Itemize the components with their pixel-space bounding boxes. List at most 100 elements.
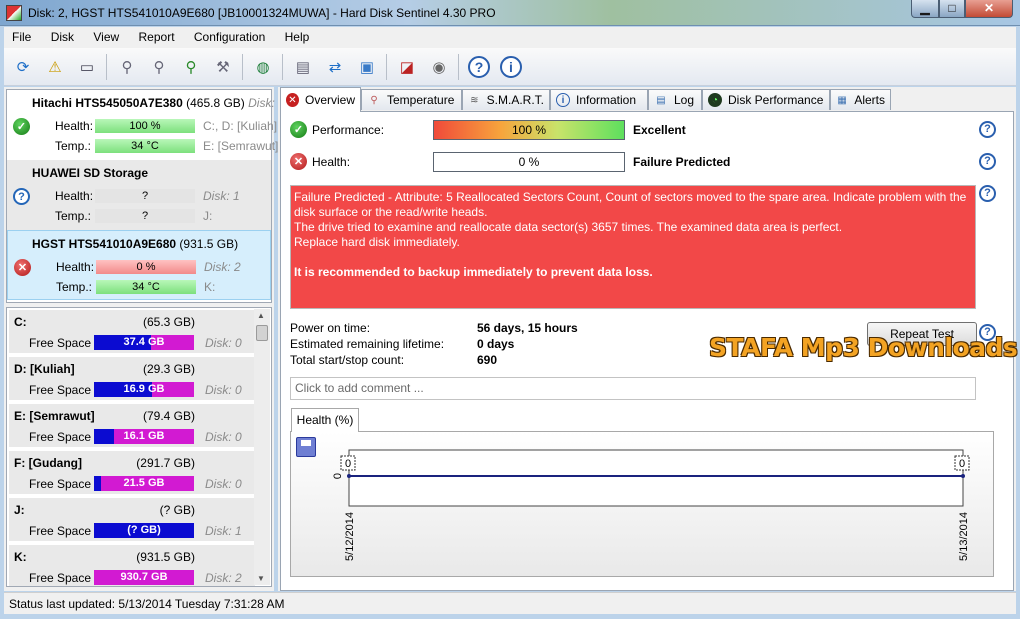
report-icon[interactable]: ▤ bbox=[290, 54, 316, 80]
power-on-label: Power on time: bbox=[290, 321, 371, 335]
disk-info-icon[interactable]: ▭ bbox=[74, 54, 100, 80]
free-space-value: 37.4 GB bbox=[123, 336, 165, 348]
status-text: Status last updated: 5/13/2014 Tuesday 7… bbox=[9, 597, 285, 611]
tab-label: Disk Performance bbox=[728, 93, 824, 107]
disk-volumes: E: [Semrawut] bbox=[203, 139, 279, 153]
disk-size: (931.5 GB) bbox=[179, 237, 239, 251]
volume-size: (? GB) bbox=[159, 503, 195, 517]
x-tick-label: 5/13/2014 bbox=[958, 512, 970, 561]
disk-model: HGST HTS541010A9E680 bbox=[32, 237, 177, 251]
volume-item[interactable]: D: [Kuliah] (29.3 GB) Free Space 16.9 GB Dis… bbox=[9, 357, 255, 401]
close-button[interactable]: ✕ bbox=[965, 0, 1013, 18]
free-space-label: Free Space bbox=[29, 477, 92, 491]
volume-name: C: bbox=[14, 315, 27, 329]
scroll-thumb[interactable] bbox=[256, 325, 268, 341]
health-bar: ? bbox=[95, 189, 195, 203]
volume-size: (29.3 GB) bbox=[142, 362, 195, 376]
help-icon[interactable]: ? bbox=[979, 121, 996, 138]
free-space-bar: 930.7 GB bbox=[94, 570, 194, 585]
thermometer-icon: ⚲ bbox=[370, 94, 378, 106]
ok-status-icon: ✓ bbox=[290, 121, 307, 138]
disk-name: HUAWEI SD Storage bbox=[32, 166, 149, 180]
refresh-icon[interactable]: ⟳ bbox=[10, 54, 36, 80]
chart-tab-health[interactable]: Health (%) bbox=[291, 408, 359, 432]
menu-file[interactable]: File bbox=[4, 27, 39, 44]
comment-field[interactable]: Click to add comment ... bbox=[290, 377, 976, 400]
volume-item[interactable]: F: [Gudang] (291.7 GB) Free Space 21.5 GB Di… bbox=[9, 451, 255, 495]
toolbar-separator bbox=[386, 54, 387, 80]
tab-disk-performance[interactable]: ◔ Disk Performance bbox=[702, 89, 830, 110]
volume-size: (79.4 GB) bbox=[142, 409, 195, 423]
disk-volumes: C:, D: [Kuliah] bbox=[203, 119, 278, 133]
info-icon[interactable]: i bbox=[498, 54, 524, 80]
tab-log[interactable]: ▤ Log bbox=[648, 89, 702, 110]
ok-status-icon: ✓ bbox=[13, 118, 30, 135]
menu-view[interactable]: View bbox=[85, 27, 127, 44]
network-icon[interactable]: ▣ bbox=[354, 54, 380, 80]
disk-name: HGST HTS541010A9E680 (931.5 GB) bbox=[32, 237, 238, 251]
disk-volumes: K: bbox=[204, 280, 216, 294]
menu-report[interactable]: Report bbox=[131, 27, 183, 44]
tab-information[interactable]: i Information bbox=[550, 89, 648, 110]
free-space-value: 21.5 GB bbox=[123, 477, 165, 489]
test-disk3-icon[interactable]: ⚲ bbox=[178, 54, 204, 80]
test-disk-icon[interactable]: ⚲ bbox=[114, 54, 140, 80]
volume-item[interactable]: K: (931.5 GB) Free Space 930.7 GB Disk: 2 bbox=[9, 545, 255, 586]
free-space-bar: 16.1 GB bbox=[94, 429, 194, 444]
volume-item[interactable]: J: (? GB) Free Space (? GB) Disk: 1 bbox=[9, 498, 255, 542]
help-icon[interactable]: ? bbox=[466, 54, 492, 80]
free-space-value: 930.7 GB bbox=[120, 571, 168, 583]
health-rating: Failure Predicted bbox=[633, 155, 731, 169]
volume-name: J: bbox=[14, 503, 25, 517]
scroll-down-icon[interactable]: ▼ bbox=[257, 574, 265, 583]
performance-rating: Excellent bbox=[633, 123, 686, 137]
benchmark-icon[interactable]: ◪ bbox=[394, 54, 420, 80]
free-space-bar: 21.5 GB bbox=[94, 476, 194, 491]
minimize-button[interactable]: ▁ bbox=[911, 0, 939, 18]
tab-overview[interactable]: ✕ Overview bbox=[280, 87, 361, 112]
tab-label: S.M.A.R.T. bbox=[486, 93, 544, 107]
volume-disk: Disk: 0 bbox=[205, 477, 242, 491]
scroll-up-icon[interactable]: ▲ bbox=[257, 311, 265, 320]
info-icon: i bbox=[556, 93, 570, 107]
disk-item-huawei[interactable]: HUAWEI SD Storage ? Health: ? Disk: 1 Te… bbox=[7, 160, 271, 230]
volume-scrollbar[interactable]: ▲ ▼ bbox=[254, 309, 270, 585]
speaker-icon[interactable]: ◉ bbox=[426, 54, 452, 80]
disk-item-hitachi[interactable]: Hitachi HTS545050A7E380 (465.8 GB) Disk:… bbox=[7, 90, 278, 160]
volume-item[interactable]: E: [Semrawut] (79.4 GB) Free Space 16.1 GB D… bbox=[9, 404, 255, 448]
wrench-icon[interactable]: ⚒ bbox=[210, 54, 236, 80]
free-space-value: (? GB) bbox=[127, 524, 161, 536]
health-alert-box: Failure Predicted - Attribute: 5 Realloc… bbox=[290, 185, 976, 309]
menu-disk[interactable]: Disk bbox=[43, 27, 82, 44]
health-label: Health: bbox=[312, 155, 351, 169]
volume-disk: Disk: 0 bbox=[205, 336, 242, 350]
menu-configuration[interactable]: Configuration bbox=[186, 27, 273, 44]
alert-text: The drive tried to examine and reallocat… bbox=[294, 220, 843, 234]
volume-disk: Disk: 2 bbox=[205, 571, 242, 585]
tab-alerts[interactable]: ▦ Alerts bbox=[830, 89, 891, 110]
unknown-status-icon: ? bbox=[13, 188, 30, 205]
free-space-value: 16.1 GB bbox=[123, 430, 165, 442]
health-bar: 0 % bbox=[433, 152, 625, 172]
globe-icon[interactable]: ◍ bbox=[250, 54, 276, 80]
disk-number: Disk: 1 bbox=[203, 189, 240, 203]
help-icon[interactable]: ? bbox=[979, 153, 996, 170]
maximize-button[interactable]: □ bbox=[939, 0, 965, 18]
disk-item-hgst[interactable]: HGST HTS541010A9E680 (931.5 GB) ✕ Health… bbox=[7, 230, 271, 300]
volume-size: (291.7 GB) bbox=[136, 456, 195, 470]
alert-backup-text: It is recommended to backup immediately … bbox=[294, 265, 653, 279]
free-space-label: Free Space bbox=[29, 336, 92, 350]
transfer-icon[interactable]: ⇄ bbox=[322, 54, 348, 80]
temp-label: Temp.: bbox=[55, 139, 92, 153]
help-icon[interactable]: ? bbox=[979, 185, 996, 202]
test-disk2-icon[interactable]: ⚲ bbox=[146, 54, 172, 80]
tab-smart[interactable]: ≋ S.M.A.R.T. bbox=[462, 89, 550, 110]
menu-help[interactable]: Help bbox=[277, 27, 318, 44]
data-label: 0 bbox=[345, 458, 351, 470]
free-space-label: Free Space bbox=[29, 383, 92, 397]
volume-item[interactable]: C: (65.3 GB) Free Space 37.4 GB Disk: 0 bbox=[9, 310, 255, 354]
warning-icon[interactable]: ⚠ bbox=[42, 54, 68, 80]
disk-volumes: J: bbox=[203, 209, 213, 223]
tab-temperature[interactable]: ⚲ Temperature bbox=[361, 89, 462, 110]
status-bar: Status last updated: 5/13/2014 Tuesday 7… bbox=[4, 592, 1016, 614]
